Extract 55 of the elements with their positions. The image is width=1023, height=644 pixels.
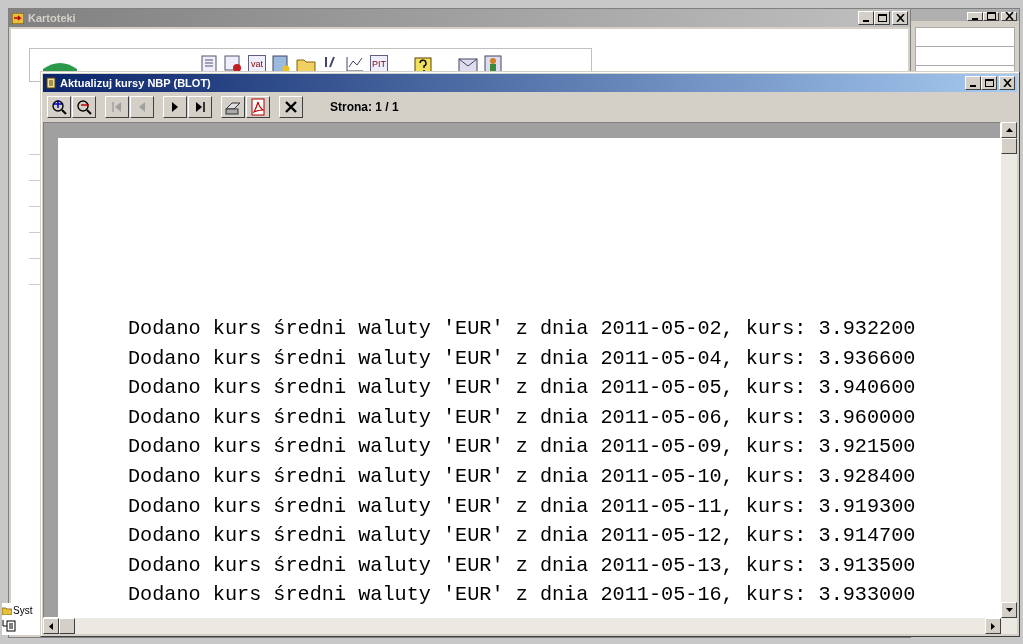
zoom-in-button[interactable] — [47, 96, 71, 118]
window-icon — [12, 12, 24, 24]
window-title: Aktualizuj kursy NBP (BLOT) — [60, 77, 211, 89]
maximize-icon — [986, 12, 996, 21]
report-line: Dodano kurs średni waluty 'EUR' z dnia 2011-05-10, kurs: 3.928400 — [128, 463, 916, 490]
minimize-button[interactable] — [967, 11, 983, 21]
window-title: Kartoteki — [28, 12, 76, 24]
close-button[interactable] — [1001, 11, 1017, 21]
scroll-right-icon[interactable] — [991, 622, 995, 630]
scroll-down-icon[interactable] — [1005, 608, 1013, 612]
zoom-out-button[interactable] — [72, 96, 96, 118]
print-button[interactable] — [221, 96, 245, 118]
person-icon[interactable] — [484, 55, 502, 73]
close-icon — [1002, 79, 1012, 87]
close-icon — [895, 14, 905, 22]
pdf-export-icon — [249, 98, 267, 116]
report-line: Dodano kurs średni waluty 'EUR' z dnia 2011-05-05, kurs: 3.940600 — [128, 375, 916, 402]
maximize-icon — [984, 79, 994, 87]
horizontal-scrollbar[interactable] — [43, 618, 1017, 634]
window-icon — [46, 77, 56, 89]
folder-icon — [2, 606, 12, 615]
logo-icon — [43, 61, 77, 71]
report-line: Dodano kurs średni waluty 'EUR' z dnia 2011-05-13, kurs: 3.913500 — [128, 552, 916, 579]
minimize-button[interactable] — [858, 11, 874, 25]
help-icon[interactable] — [414, 55, 432, 73]
last-page-button[interactable] — [188, 96, 212, 118]
report-line: Dodano kurs średni waluty 'EUR' z dnia 2011-05-09, kurs: 3.921500 — [128, 434, 916, 461]
zoom-out-icon — [75, 98, 93, 116]
scroll-up-icon[interactable] — [1005, 128, 1013, 132]
report-line: Dodano kurs średni waluty 'EUR' z dnia 2011-05-12, kurs: 3.914700 — [128, 523, 916, 550]
vertical-scrollbar[interactable] — [1001, 122, 1017, 618]
maximize-button[interactable] — [983, 11, 999, 21]
pdf-export-button[interactable] — [246, 96, 270, 118]
close-button[interactable] — [279, 96, 303, 118]
maximize-icon — [877, 14, 887, 22]
close-button[interactable] — [892, 11, 908, 25]
maximize-button[interactable] — [874, 11, 890, 25]
report-line: Dodano kurs średni waluty 'EUR' z dnia 2011-05-02, kurs: 3.932200 — [128, 316, 916, 342]
calculator-icon[interactable] — [272, 55, 290, 73]
report-line: Dodano kurs średni waluty 'EUR' z dnia 2011-05-06, kurs: 3.960000 — [128, 404, 916, 431]
report-line: Dodano kurs średni waluty 'EUR' z dnia 2011-05-04, kurs: 3.936600 — [128, 345, 916, 372]
scroll-thumb[interactable] — [1001, 138, 1017, 154]
close-icon — [1004, 12, 1014, 21]
zoom-in-icon — [50, 98, 68, 116]
report-line: Dodano kurs średni waluty 'EUR' z dnia 2011-05-11, kurs: 3.919300 — [128, 493, 916, 520]
maximize-button[interactable] — [981, 76, 997, 90]
minimize-button[interactable] — [965, 76, 981, 90]
report-line: Dodano kurs średni waluty 'EUR' z dnia 2011-05-16, kurs: 3.933000 — [128, 582, 916, 609]
scroll-left-icon[interactable] — [49, 622, 53, 630]
page-indicator: Strona: 1 / 1 — [330, 100, 399, 114]
close-button[interactable] — [999, 76, 1015, 90]
next-page-button[interactable] — [163, 96, 187, 118]
chart-icon[interactable] — [346, 55, 364, 73]
scroll-thumb[interactable] — [59, 618, 75, 634]
tree-item[interactable]: Syst — [13, 605, 33, 616]
